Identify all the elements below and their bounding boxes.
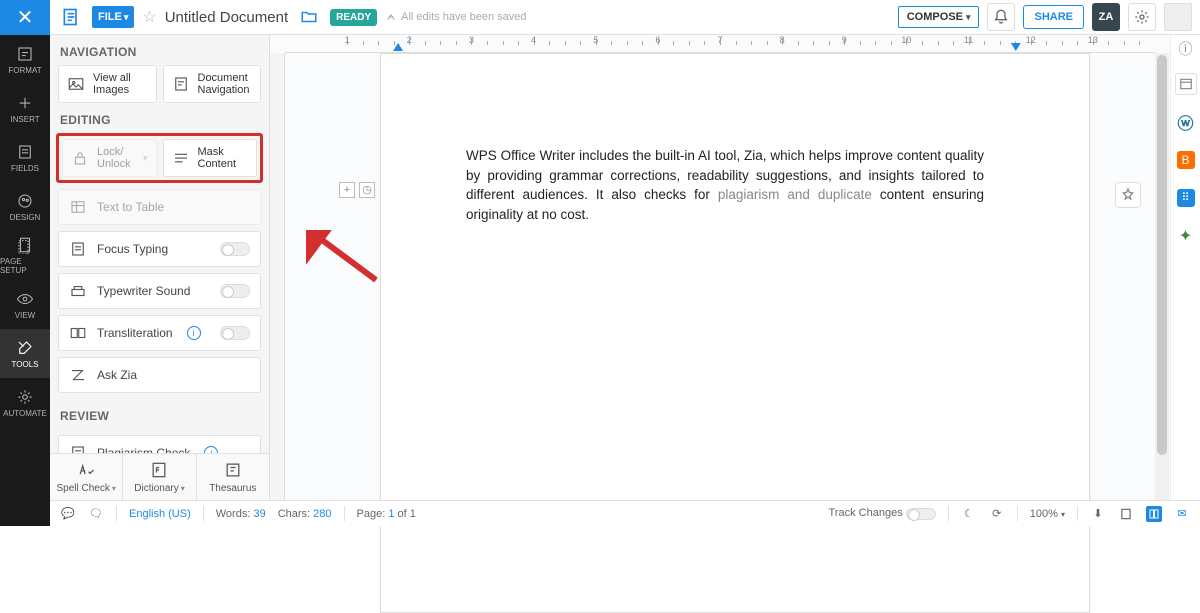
ask-zia[interactable]: Ask Zia (58, 357, 261, 393)
text-to-table[interactable]: Text to Table (58, 189, 261, 225)
view-all-images-label: View all Images (93, 72, 148, 96)
rail-format[interactable]: FORMAT (0, 35, 50, 84)
feedback-icon[interactable]: ✉ (1174, 506, 1190, 522)
view-all-images[interactable]: View all Images (58, 65, 157, 103)
gutter-controls: + ◷ (339, 182, 375, 198)
gutter-expand[interactable]: ◷ (359, 182, 375, 198)
ai-suggestion-chip[interactable] (1115, 182, 1141, 208)
horizontal-ruler[interactable]: 12345678910111213 (285, 35, 1155, 53)
document-page[interactable]: + ◷ WPS Office Writer includes the built… (380, 53, 1090, 613)
folder-icon[interactable] (296, 4, 322, 30)
nav-section-header: NAVIGATION (50, 35, 269, 65)
typewriter-sound[interactable]: Typewriter Sound (58, 273, 261, 309)
focus-toggle[interactable] (220, 242, 250, 256)
file-menu-button[interactable]: FILE▾ (92, 6, 134, 28)
comments-icon[interactable]: 💬 (60, 506, 76, 522)
save-status: All edits have been saved (385, 11, 526, 23)
rail-design[interactable]: DESIGN (0, 182, 50, 231)
wordpress-icon[interactable]: ⓦ (1175, 111, 1197, 133)
vertical-scrollbar[interactable] (1155, 53, 1169, 500)
notifications-button[interactable] (987, 3, 1015, 31)
word-count[interactable]: Words: 39 (216, 508, 266, 520)
lock-unlock[interactable]: Lock/ Unlock ▾ (62, 139, 157, 177)
app-icon[interactable] (58, 4, 84, 30)
lock-unlock-label: Lock/ Unlock (97, 146, 135, 170)
close-app-button[interactable]: ✕ (0, 0, 50, 35)
editing-section-header: EDITING (50, 103, 269, 133)
vertical-ruler[interactable] (270, 53, 285, 500)
blogger-icon[interactable]: B (1175, 149, 1197, 171)
sound-toggle[interactable] (220, 284, 250, 298)
tools-panel: NAVIGATION View all Images Document Navi… (50, 35, 270, 500)
download-icon[interactable]: ⬇ (1090, 506, 1106, 522)
moon-icon[interactable]: ☾ (961, 506, 977, 522)
gutter-plus[interactable]: + (339, 182, 355, 198)
extensions-icon[interactable]: ✦ (1175, 225, 1197, 247)
editor-canvas: 12345678910111213 + ◷ WPS Office Writer … (270, 35, 1170, 500)
chat-icon[interactable]: 🗨 (88, 506, 104, 522)
rail-view[interactable]: VIEW (0, 280, 50, 329)
page-indicator[interactable]: Page: 1 of 1 (357, 508, 416, 520)
zoom-level[interactable]: 100% ▾ (1030, 508, 1065, 520)
language-selector[interactable]: English (US) (129, 508, 191, 520)
left-rail: ✕ FORMAT INSERT FIELDS DESIGN PAGE SETUP… (0, 0, 50, 526)
document-title[interactable]: Untitled Document (165, 9, 288, 26)
layout-icon[interactable] (1175, 73, 1197, 95)
plagiarism-span: plagiarism and duplicate (718, 187, 872, 202)
za-button[interactable]: ZA (1092, 3, 1120, 31)
mask-content-label: Mask Content (198, 146, 249, 170)
view-mode-print[interactable] (1118, 506, 1134, 522)
favorite-star[interactable]: ☆ (142, 7, 156, 27)
info-icon[interactable]: i (187, 326, 201, 340)
thesaurus[interactable]: Thesaurus (197, 454, 269, 500)
status-bar: 💬 🗨 English (US) Words: 39 Chars: 280 Pa… (50, 500, 1200, 526)
right-plugin-strip: ⓘ ⓦ B ⠿ ✦ (1170, 35, 1200, 500)
info-icon[interactable]: ⓘ (1178, 41, 1194, 57)
char-count[interactable]: Chars: 280 (278, 508, 332, 520)
rail-tools[interactable]: TOOLS (0, 329, 50, 378)
transliteration-label: Transliteration (97, 326, 173, 340)
rail-insert[interactable]: INSERT (0, 84, 50, 133)
rail-page-setup[interactable]: PAGE SETUP (0, 231, 50, 280)
focus-typing[interactable]: Focus Typing (58, 231, 261, 267)
document-body-text[interactable]: WPS Office Writer includes the built-in … (466, 146, 984, 224)
track-changes[interactable]: Track Changes (829, 507, 936, 519)
document-navigation-label: Document Navigation (198, 72, 253, 96)
share-button[interactable]: SHARE (1023, 5, 1084, 29)
top-toolbar: FILE▾ ☆ Untitled Document READY All edit… (50, 0, 1200, 35)
rail-automate[interactable]: AUTOMATE (0, 378, 50, 427)
mask-content[interactable]: Mask Content (163, 139, 258, 177)
review-section-header: REVIEW (50, 399, 269, 429)
focus-typing-label: Focus Typing (97, 242, 168, 256)
translit-toggle[interactable] (220, 326, 250, 340)
dictionary[interactable]: Dictionary▾ (123, 454, 196, 500)
panel-bottom-tools: Spell Check▾ Dictionary▾ Thesaurus (50, 453, 269, 500)
document-navigation[interactable]: Document Navigation (163, 65, 262, 103)
view-mode-web[interactable] (1146, 506, 1162, 522)
typewriter-sound-label: Typewriter Sound (97, 284, 190, 298)
rail-fields[interactable]: FIELDS (0, 133, 50, 182)
settings-button[interactable] (1128, 3, 1156, 31)
chevron-down-icon: ▾ (143, 153, 148, 164)
user-avatar[interactable] (1164, 3, 1192, 31)
spell-check[interactable]: Spell Check▾ (50, 454, 123, 500)
ready-badge: READY (330, 9, 377, 26)
ask-zia-label: Ask Zia (97, 368, 137, 382)
lock-mask-highlight: Lock/ Unlock ▾ Mask Content (56, 133, 263, 183)
compose-button[interactable]: COMPOSE (898, 6, 980, 28)
transliteration[interactable]: Transliteration i (58, 315, 261, 351)
connector-icon[interactable]: ⠿ (1175, 187, 1197, 209)
text-to-table-label: Text to Table (97, 200, 164, 214)
refresh-icon[interactable]: ⟳ (989, 506, 1005, 522)
